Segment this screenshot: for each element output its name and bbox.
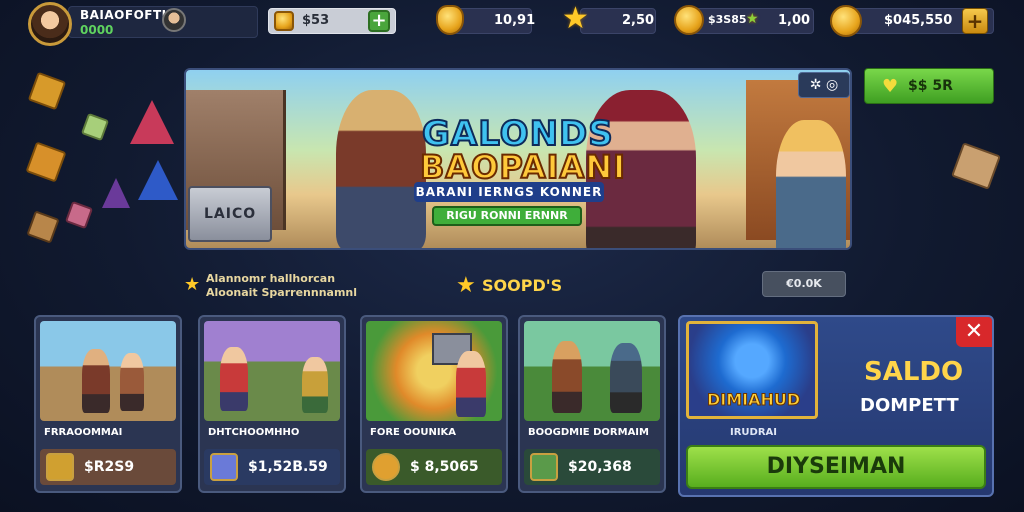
price-bar[interactable]: $R2S9	[40, 449, 176, 485]
card-price: $R2S9	[84, 459, 135, 475]
card-title: FORE OOUNIKA	[370, 427, 457, 438]
shield-icon	[436, 5, 464, 35]
card-price: $1,52B.59	[248, 459, 328, 475]
banner-logo-line4: RIGU RONNI ERNNR	[432, 206, 582, 226]
card-hero	[456, 351, 486, 417]
saldo-art: DIMIAHUD	[686, 321, 818, 419]
add-currency-button[interactable]: +	[368, 10, 390, 32]
section-title: SOOPD'S	[482, 276, 563, 295]
card-title: FRRAOOMMAI	[44, 427, 123, 438]
card-hero	[552, 341, 582, 413]
shop-card[interactable]: FRRAOOMMAI $R2S9	[34, 315, 182, 493]
price-bar[interactable]: $1,52B.59	[204, 449, 340, 485]
banner-logo-line3: BARANI IERNGS KONNER	[414, 182, 604, 202]
price-icon	[210, 453, 238, 481]
kite-decoration	[102, 178, 130, 208]
banner-logo-line2: BAOPAIANI	[419, 147, 626, 187]
shop-card[interactable]: DHTCHOOMHHO $1,52B.59	[198, 315, 346, 493]
card-price: $20,368	[568, 459, 632, 475]
card-hero	[220, 347, 248, 411]
currency-extra-4: 1,00	[778, 13, 811, 28]
promo-star-icon: ★	[184, 274, 201, 295]
friend-avatar-icon[interactable]	[162, 8, 186, 32]
heart-icon: ♥	[882, 76, 899, 97]
coin-icon	[830, 5, 862, 37]
crate-label: LAICO	[204, 206, 257, 222]
saldo-subtitle: DOMPETT	[860, 395, 959, 416]
card-title: DHTCHOOMHHO	[208, 427, 300, 438]
player-level: 0000	[80, 23, 114, 37]
star-icon: ★	[562, 1, 589, 36]
currency-value-3: 2,50	[622, 13, 655, 28]
gem-decoration	[26, 210, 60, 244]
banner-hero-viking	[336, 90, 426, 248]
currency-value-4: $3S85	[708, 13, 747, 26]
gem-decoration	[80, 112, 110, 142]
saldo-art-logo: DIMIAHUD	[706, 390, 801, 410]
saldo-title: SALDO	[864, 357, 964, 387]
price-bar[interactable]: $ 8,5065	[366, 449, 502, 485]
currency-value-5: $045,550	[884, 13, 953, 28]
player-avatar[interactable]	[28, 2, 72, 46]
gem-decoration	[25, 141, 67, 183]
banner-crate: LAICO	[188, 186, 272, 242]
section-star-icon: ★	[456, 273, 476, 298]
saldo-panel: DIMIAHUD ✕ SALDO DOMPETT IRUDRAI DIYSEIM…	[678, 315, 994, 497]
card-art	[524, 321, 660, 421]
shop-card[interactable]: BOOGDMIE DORMAIM $20,368	[518, 315, 666, 493]
currency-value-2: 10,91	[494, 13, 536, 28]
gem-decoration	[64, 200, 94, 230]
small-star-icon: ★	[746, 11, 759, 27]
kite-decoration	[138, 160, 178, 200]
kite-decoration	[130, 100, 174, 144]
saldo-action-button[interactable]: DIYSEIMAN	[686, 445, 986, 489]
price-icon	[372, 453, 400, 481]
card-hero	[302, 357, 328, 413]
card-title: BOOGDMIE DORMAIM	[528, 427, 649, 438]
top-bar: BAIAOFOFTIN 0000 $53 + 10,91 ★ 2,50 $3S8…	[0, 0, 1024, 46]
card-hero	[120, 353, 144, 411]
add-coins-button[interactable]: +	[962, 8, 988, 34]
card-price: $ 8,5065	[410, 459, 479, 475]
shop-card[interactable]: FORE OOUNIKA $ 8,5065	[360, 315, 508, 493]
coin-icon	[274, 11, 294, 31]
promo-line2: Aloonait Sparrennnamnl	[206, 286, 358, 299]
banner-nav-icon[interactable]: ✲ ◎	[798, 72, 850, 98]
coin-stack-icon	[674, 5, 704, 35]
card-art	[204, 321, 340, 421]
price-bar[interactable]: $20,368	[524, 449, 660, 485]
card-art	[40, 321, 176, 421]
promo-line1: Alannomr hallhorcan	[206, 272, 336, 285]
currency-value-1: $53	[302, 13, 330, 28]
featured-banner[interactable]: LAICO GALONDS BAOPAIANI BARANI IERNGS KO…	[184, 68, 852, 250]
price-icon	[46, 453, 74, 481]
price-icon	[530, 453, 558, 481]
banner-hero-knight	[776, 120, 846, 248]
card-hero	[82, 349, 110, 413]
gem-decoration	[951, 142, 1001, 190]
gem-decoration	[27, 71, 67, 111]
card-hero	[610, 343, 642, 413]
ok-button[interactable]: €0.0K	[762, 271, 846, 297]
card-art	[366, 321, 502, 421]
close-icon[interactable]: ✕	[956, 317, 992, 347]
saldo-small-text: IRUDRAI	[730, 427, 778, 438]
buy-button-label: $$ 5R	[908, 78, 953, 94]
